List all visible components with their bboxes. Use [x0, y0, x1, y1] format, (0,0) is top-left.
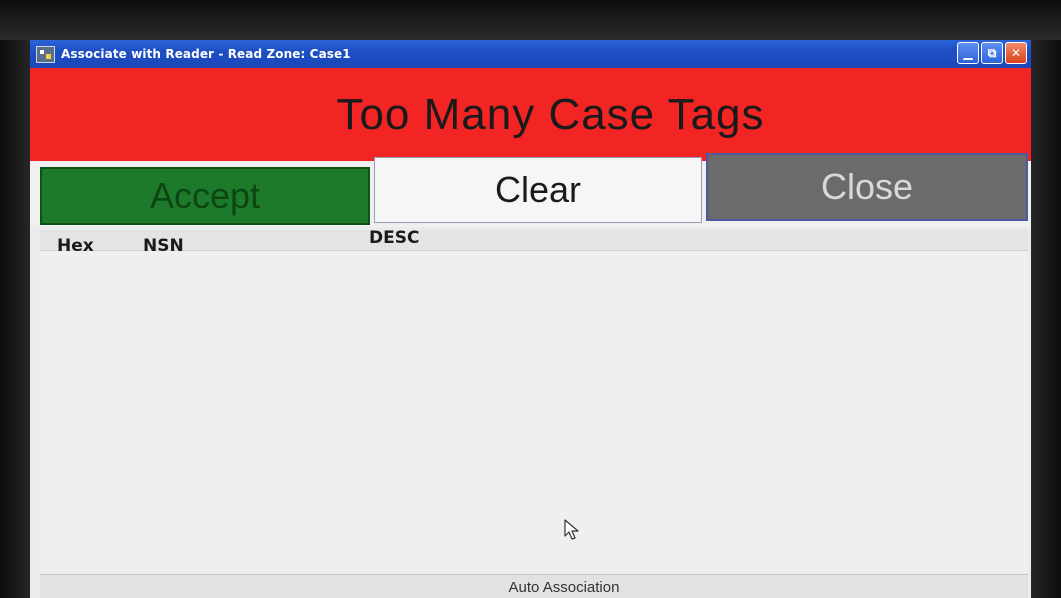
- minimize-icon: ▁: [963, 46, 973, 60]
- monitor-bezel-right: [1031, 40, 1061, 598]
- close-window-button[interactable]: ✕: [1005, 42, 1027, 64]
- restore-icon: ⧉: [987, 45, 997, 60]
- clear-button[interactable]: Clear: [374, 157, 702, 223]
- restore-button[interactable]: ⧉: [981, 42, 1003, 64]
- tag-table-body[interactable]: [40, 251, 1028, 581]
- status-text: Auto Association: [508, 578, 620, 596]
- status-bar: Auto Association: [40, 574, 1028, 598]
- associate-window: Associate with Reader - Read Zone: Case1…: [30, 40, 1031, 598]
- tag-table-header: Hex NSN DESC: [40, 228, 1028, 256]
- alert-message: Too Many Case Tags: [336, 89, 765, 139]
- action-button-row: Accept Clear Close: [30, 153, 1031, 227]
- accept-button[interactable]: Accept: [40, 167, 370, 225]
- close-icon: ✕: [1010, 46, 1022, 60]
- alert-banner: Too Many Case Tags: [30, 68, 1031, 161]
- window-titlebar[interactable]: Associate with Reader - Read Zone: Case1…: [30, 40, 1031, 68]
- monitor-bezel-left: [0, 40, 30, 598]
- close-button[interactable]: Close: [706, 153, 1028, 221]
- window-title: Associate with Reader - Read Zone: Case1: [61, 47, 351, 61]
- app-icon: [36, 45, 55, 63]
- minimize-button[interactable]: ▁: [957, 42, 979, 64]
- column-header-desc[interactable]: DESC: [369, 228, 419, 248]
- mouse-cursor-icon: [564, 519, 579, 540]
- monitor-bezel-top: [0, 0, 1061, 40]
- window-controls: ▁ ⧉ ✕: [957, 42, 1027, 64]
